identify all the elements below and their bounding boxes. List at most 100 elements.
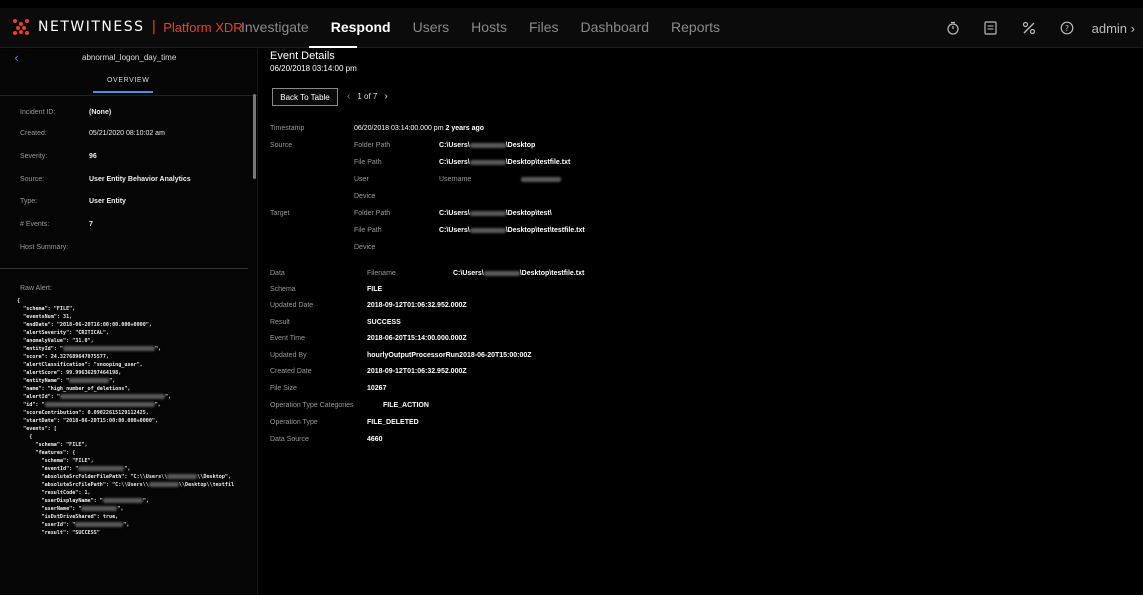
- incident-name: abnormal_logon_day_time: [82, 53, 177, 62]
- field-value: 96: [89, 153, 97, 160]
- source-folder-path-value: C:\Users\ \Desktop: [439, 142, 535, 149]
- target-folder-path-label: Folder Path: [354, 210, 391, 217]
- chevron-right-icon[interactable]: ›: [384, 91, 387, 102]
- detail-value: FILE: [367, 286, 383, 293]
- user-menu[interactable]: admin ›: [1086, 21, 1143, 36]
- raw-line: ",: [123, 522, 130, 528]
- timestamp-ago: 2 years ago: [445, 125, 485, 132]
- brand-separator: |: [151, 19, 157, 35]
- field-value: 7: [89, 221, 93, 228]
- timestamp-text: 06/20/2018 03:14:00.000 pm: [354, 125, 444, 132]
- raw-line: "id": ": [17, 402, 45, 408]
- nav-dashboard[interactable]: Dashboard: [570, 19, 661, 35]
- source-username-value: [521, 176, 561, 183]
- path-suffix: \Desktop\testfile.txt: [505, 159, 571, 166]
- path-suffix: \Desktop\test\: [505, 210, 552, 217]
- detail-label: Created Date: [270, 368, 312, 375]
- incident-overview-panel: ‹ abnormal_logon_day_time OVERVIEW Incid…: [0, 49, 258, 595]
- detail-value: FILE_ACTION: [383, 402, 429, 409]
- raw-line: "eventId": ": [17, 466, 79, 472]
- raw-line: "alertId": ": [17, 394, 60, 400]
- raw-line: "name": "high_number_of_deletions",: [17, 386, 131, 392]
- tab-divider: [0, 95, 257, 96]
- raw-line: "absoluteSrcFilePath": "C:\\Users\\: [17, 482, 149, 488]
- target-device-label: Device: [354, 244, 376, 251]
- nav-files[interactable]: Files: [518, 19, 570, 35]
- target-folder-path-value: C:\Users\ \Desktop\test\: [439, 210, 552, 217]
- event-details-panel: Event Details 06/20/2018 03:14:00 pm Bac…: [259, 49, 1143, 595]
- chevron-left-icon[interactable]: ‹: [347, 91, 350, 102]
- nav-investigate[interactable]: Investigate: [230, 19, 320, 35]
- detail-value: FILE_DELETED: [367, 419, 419, 426]
- raw-line: "result": "SUCCESS": [17, 530, 100, 536]
- target-label: Target: [270, 210, 290, 217]
- raw-line: "isDstDriveShared": true,: [17, 514, 119, 520]
- redacted-value: [81, 506, 118, 511]
- path-prefix: C:\Users\: [439, 159, 470, 166]
- field-label: Host Summary:: [20, 244, 69, 251]
- chevron-right-icon: ›: [1130, 20, 1135, 36]
- event-pager: ‹ 1 of 7 ›: [347, 91, 388, 102]
- field-value: (None): [89, 109, 112, 116]
- timer-icon[interactable]: [934, 18, 972, 38]
- nav-respond[interactable]: Respond: [320, 19, 402, 35]
- raw-line: {: [17, 298, 21, 304]
- field-label: Source:: [20, 176, 45, 183]
- source-user-label: User: [354, 176, 369, 183]
- detail-label: Event Time: [270, 335, 306, 342]
- raw-line: "features": {: [17, 450, 76, 456]
- target-file-path-label: File Path: [354, 227, 382, 234]
- notes-icon[interactable]: [972, 18, 1010, 38]
- raw-line: "entityName": ": [17, 378, 70, 384]
- raw-line: \\Desktop\\testfil: [178, 482, 235, 488]
- nav-users[interactable]: Users: [402, 19, 461, 35]
- raw-line: "schema": "FILE",: [17, 306, 76, 312]
- nav-reports[interactable]: Reports: [660, 19, 731, 35]
- raw-line: "startDate": "2018-06-20T15:00:00.000+00…: [17, 418, 159, 424]
- panel-scrollbar[interactable]: [253, 94, 256, 179]
- source-folder-path-label: Folder Path: [354, 142, 391, 149]
- brand-logo[interactable]: NETWITNESS | Platform XDR: [12, 18, 243, 36]
- redacted-value: [78, 466, 125, 471]
- detail-value: SUCCESS: [367, 319, 401, 326]
- detail-value: hourlyOutputProcessorRun2018-06-20T15:00…: [367, 352, 532, 359]
- toolbar-icons: ? admin ›: [934, 18, 1143, 38]
- detail-label: File Size: [270, 385, 297, 392]
- tools-icon[interactable]: [1010, 18, 1048, 38]
- back-chevron-icon[interactable]: ‹: [14, 51, 19, 65]
- detail-label: Schema: [270, 286, 296, 293]
- source-username-label: Username: [439, 176, 472, 183]
- detail-value: 2018-09-12T01:06:32.952.000Z: [367, 302, 467, 309]
- pager-position: 1 of 7: [357, 92, 378, 101]
- detail-label: Operation Type: [270, 419, 318, 426]
- path-suffix: \Desktop: [505, 142, 536, 149]
- raw-line: "scoreContribution": 0.09022615129112425…: [17, 410, 149, 416]
- detail-value: 4660: [367, 436, 383, 443]
- section-divider: [0, 268, 248, 269]
- back-to-table-button[interactable]: Back To Table: [272, 88, 338, 106]
- redacted-value: [59, 394, 165, 399]
- raw-line: "schema": "FILE",: [17, 442, 88, 448]
- redacted-value: [167, 474, 198, 479]
- redacted-value: [469, 142, 506, 148]
- redacted-value: [469, 159, 506, 165]
- source-file-path-label: File Path: [354, 159, 382, 166]
- field-value: User Entity: [89, 198, 126, 205]
- raw-line: "userName": ": [17, 506, 82, 512]
- raw-line: {: [17, 434, 33, 440]
- nav-hosts[interactable]: Hosts: [460, 19, 518, 35]
- redacted-value: [469, 227, 506, 233]
- raw-line: "schema": "FILE",: [17, 458, 94, 464]
- raw-line: "endDate": "2018-06-20T16:00:00.000+0000…: [17, 322, 152, 328]
- raw-line: "alertScore": 99.99636297464198,: [17, 370, 122, 376]
- detail-label: Updated By: [270, 352, 307, 359]
- raw-line: ",: [109, 378, 116, 384]
- raw-alert-json: { "schema": "FILE", "eventsNum": 31, "en…: [17, 297, 234, 537]
- path-prefix: C:\Users\: [439, 142, 470, 149]
- raw-line: "entityId": ": [17, 346, 64, 352]
- tab-overview[interactable]: OVERVIEW: [107, 77, 149, 84]
- target-file-path-value: C:\Users\ \Desktop\test\testfile.txt: [439, 227, 585, 234]
- help-icon[interactable]: ?: [1048, 18, 1086, 38]
- path-prefix: C:\Users\: [439, 227, 470, 234]
- data-filename-label: Filename: [367, 270, 396, 277]
